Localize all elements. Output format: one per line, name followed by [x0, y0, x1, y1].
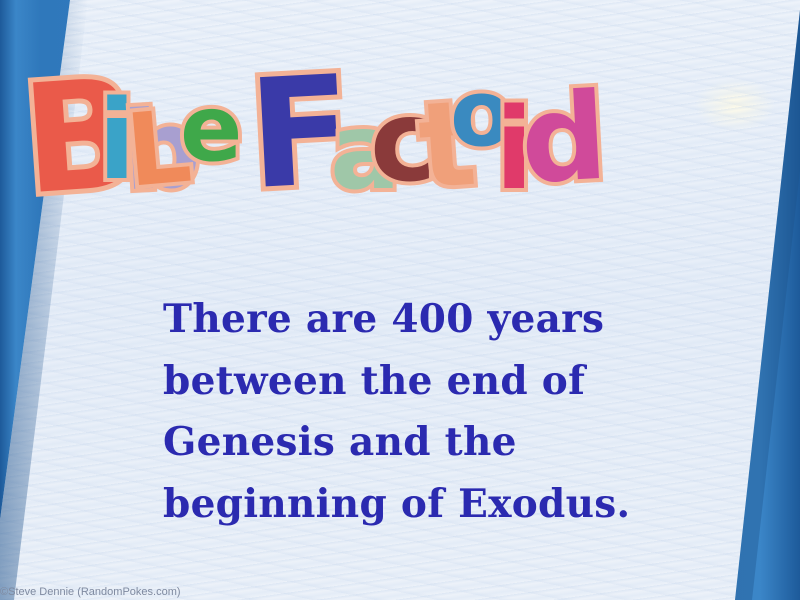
- factoid-line: Genesis and the: [163, 419, 517, 465]
- factoid-text: There are 400 years between the end of G…: [163, 289, 723, 535]
- title-lettering: B B i i b b L L e e F F a a c c t t o o …: [12, 39, 615, 220]
- title-letter: e: [180, 75, 242, 182]
- title-letter: d: [517, 68, 610, 211]
- factoid-line: beginning of Exodus.: [163, 480, 631, 527]
- title-word-factoid: F F a a c c t t o o i i d d: [240, 39, 615, 220]
- factoid-line: There are 400 years: [163, 296, 605, 342]
- title-word-bible: B B i i b b L L e e: [12, 42, 246, 220]
- copyright-credit: ©Steve Dennie (RandomPokes.com): [0, 586, 181, 598]
- factoid-line: between the end of: [163, 357, 586, 404]
